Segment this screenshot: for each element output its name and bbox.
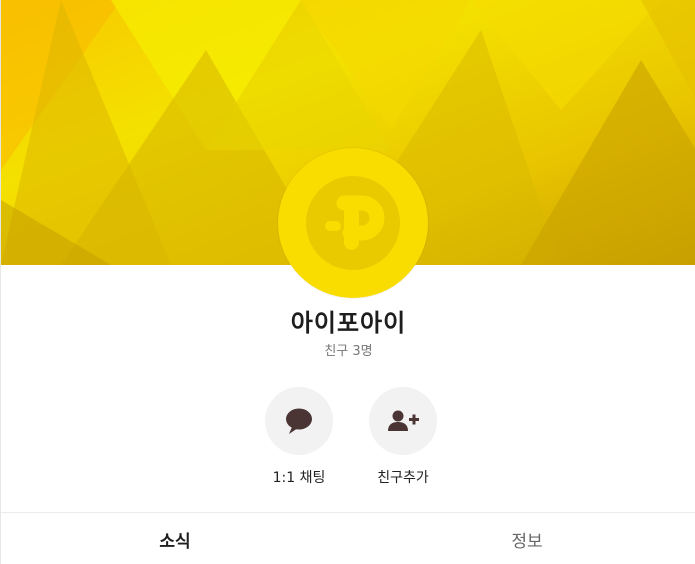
channel-profile-page: 아이포아이 친구 3명 1:1 채팅 친구추가 소식 정보 xyxy=(0,0,695,564)
tab-divider xyxy=(1,512,695,513)
chat-bubble-icon xyxy=(286,408,312,434)
chat-button[interactable]: 1:1 채팅 xyxy=(239,387,359,487)
friends-count: 친구 3명 xyxy=(324,344,373,359)
tab-info[interactable]: 정보 xyxy=(353,527,695,552)
add-friend-icon xyxy=(388,410,419,431)
channel-name: 아이포아이 xyxy=(290,309,407,337)
add-friend-button-label: 친구추가 xyxy=(377,470,429,486)
chat-button-label: 1:1 채팅 xyxy=(272,470,326,486)
chat-button-circle[interactable] xyxy=(265,387,333,455)
add-friend-button[interactable]: 친구추가 xyxy=(343,387,463,487)
tab-news[interactable]: 소식 xyxy=(1,527,349,552)
profile-avatar[interactable] xyxy=(278,148,428,298)
p-logo-icon xyxy=(325,195,385,250)
add-friend-button-circle[interactable] xyxy=(369,387,437,455)
